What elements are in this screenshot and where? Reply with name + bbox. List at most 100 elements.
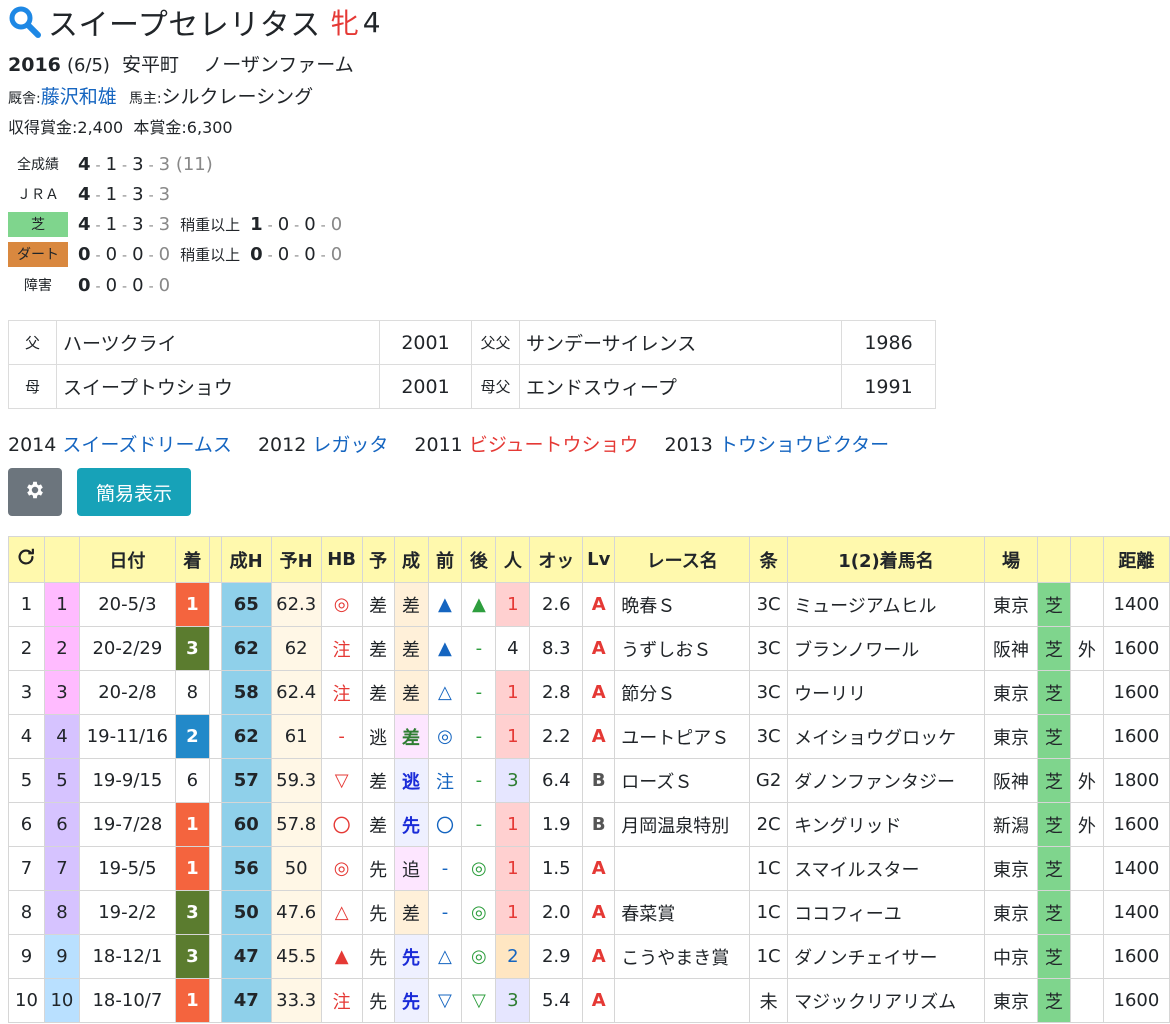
col-header-ato[interactable]: 後 (461, 536, 497, 583)
col-header-hb[interactable]: HB (320, 536, 363, 583)
winner-name: メイショウグロッケ (787, 714, 985, 759)
front-mark: ▲ (427, 626, 463, 671)
heavy-thirds: 0 (304, 213, 316, 235)
col-header-odds[interactable]: オッ (529, 536, 584, 583)
surface-badge: 芝 (1036, 714, 1071, 759)
sibling-link[interactable]: レガッタ (312, 434, 388, 456)
dam-sire-name: エンドスウィープ (519, 364, 842, 409)
heavy-seconds: 0 (277, 243, 290, 265)
course-side (1069, 978, 1104, 1023)
table-row[interactable]: 3 3 20-2/8 8 58 62.4 注差差 △ -1 2.8 A 節分Ｓ 3C ウーリリ 東京芝 160… (8, 670, 1170, 715)
course-side (1069, 934, 1104, 979)
trainer-link[interactable]: 藤沢和雄 (41, 86, 117, 108)
row-index: 6 (43, 802, 80, 847)
race-level: A (582, 978, 616, 1023)
settings-button[interactable] (8, 468, 62, 516)
venue: 東京 (984, 890, 1038, 935)
sire-sire-year: 1986 (841, 320, 936, 365)
actual-style: 差 (393, 626, 429, 671)
horse-sex: 牝 (330, 7, 359, 40)
sire-label: 父 (8, 320, 57, 365)
col-header-dist[interactable]: 距離 (1102, 536, 1170, 583)
odds-value: 5.4 (529, 978, 584, 1023)
col-header-race[interactable]: レース名 (614, 536, 751, 583)
col-header-lv[interactable]: Lv (582, 536, 616, 583)
col-header-date[interactable]: 日付 (78, 536, 176, 583)
col-header-sei[interactable]: 成 (393, 536, 429, 583)
predicted-style: 先 (361, 846, 395, 891)
table-row[interactable]: 2 2 20-2/29 3 62 62 注差差 ▲ -4 8.3 A うずしおＳ 3C ブランノワール 阪神… (8, 626, 1170, 671)
hb-mark: ▽ (320, 758, 363, 803)
odds-value: 1.9 (529, 802, 584, 847)
sibling-link[interactable]: トウショウビクター (719, 434, 889, 456)
front-mark: △ (427, 934, 463, 979)
col-header-inout[interactable] (1069, 536, 1104, 583)
race-date: 20-2/8 (78, 670, 176, 715)
col-header-yoh[interactable]: 予H (270, 536, 322, 583)
course-side: 外 (1069, 802, 1104, 847)
seconds: 1 (105, 213, 118, 235)
actual-style: 差 (393, 890, 429, 935)
popularity: 4 (495, 626, 531, 671)
col-header-winner[interactable]: 1(2)着馬名 (787, 536, 985, 583)
col-header-place[interactable]: 着 (174, 536, 210, 583)
col-header-pop[interactable]: 人 (495, 536, 531, 583)
table-row[interactable]: 8 8 19-2/2 3 50 47.6 △ 先差 - ◎ 1 2.0 A 春菜賞 1C ココフィーユ 東京芝 1… (8, 890, 1170, 935)
col-header-yo[interactable]: 予 (361, 536, 395, 583)
row-number: 1 (8, 582, 45, 627)
sibling-year: 2013 (664, 434, 713, 456)
race-level: A (582, 714, 616, 759)
table-row[interactable]: 6 6 19-7/28 1 60 57.8 〇差先〇 -1 1.9 B 月岡温泉特別 2C キングリッド… (8, 802, 1170, 847)
sire-sire-name: サンデーサイレンス (519, 320, 842, 365)
row-number: 10 (8, 978, 45, 1023)
hb-mark: - (320, 714, 363, 759)
predicted-score: 59.3 (270, 758, 322, 803)
heavy-label: 稍重以上 (180, 215, 241, 234)
race-level: A (582, 670, 616, 715)
col-header-venue[interactable]: 場 (984, 536, 1038, 583)
table-row[interactable]: 5 5 19-9/15 6 57 59.3 ▽ 差逃注 -3 6.4 B ローズＳ G2 ダノンファンタジ… (8, 758, 1170, 803)
col-header-surface[interactable] (1036, 536, 1071, 583)
col-header-cond[interactable]: 条 (749, 536, 789, 583)
sibling-link[interactable]: スイーズドリームス (62, 434, 231, 456)
earnings-info: 収得賞金:2,400 本賞金:6,300 (8, 114, 233, 138)
race-class: 3C (749, 670, 789, 715)
finish-place: 1 (174, 582, 210, 627)
sibling-year: 2012 (257, 434, 307, 456)
distance: 1600 (1102, 670, 1170, 715)
odds-value: 1.5 (529, 846, 584, 891)
table-row[interactable]: 10 10 18-10/7 1 47 33.3 注先先 ▽ ▽ 3 5.4 A 未マジックリアリズム 東京… (8, 978, 1170, 1023)
record-turf: 芝 4-1-3-3 稍重以上 1-0-0-0 (8, 210, 342, 238)
col-header-spacer (208, 536, 222, 583)
spacer-cell (208, 978, 222, 1023)
others: 0 (158, 243, 171, 265)
dam-year: 2001 (379, 364, 472, 409)
table-row[interactable]: 7 7 19-5/5 1 56 50 ◎ 先追 - ◎ 1 1.5 A 1C スマイルスター 東京芝 1400 (8, 846, 1170, 891)
wins: 4 (78, 153, 91, 175)
finish-place: 1 (174, 846, 210, 891)
spacer-cell (208, 890, 222, 935)
sibling-item: 2014 スイーズドリームス (8, 434, 232, 456)
refresh-icon[interactable] (15, 546, 37, 568)
row-number: 2 (8, 626, 45, 671)
col-header-mae[interactable]: 前 (427, 536, 463, 583)
front-mark: ▽ (427, 978, 463, 1023)
table-row[interactable]: 4 4 19-11/16 2 62 61- 逃差 ◎ -1 2.2 A ユートピアＳ 3C メイショウグロ… (8, 714, 1170, 759)
search-icon[interactable] (8, 5, 42, 39)
popularity: 1 (495, 714, 531, 759)
odds-value: 2.6 (529, 582, 584, 627)
col-header-seih[interactable]: 成H (220, 536, 272, 583)
sibling-link[interactable]: ビジュートウショウ (469, 434, 639, 456)
predicted-style: 差 (361, 582, 395, 627)
col-header-index[interactable] (43, 536, 80, 583)
result-score: 57 (220, 758, 272, 803)
table-row[interactable]: 9 9 18-12/1 3 47 45.5 ▲ 先先 △ ◎ 2 2.9 A こうやまき賞 1C ダノンチェイ… (8, 934, 1170, 979)
result-score: 56 (220, 846, 272, 891)
refresh-button[interactable] (8, 536, 45, 583)
table-row[interactable]: 1 1 20-5/3 1 65 62.3 ◎ 差差 ▲ ▲ 1 2.6 A 晩春Ｓ 3C ミュージアムヒル 東京… (8, 582, 1170, 627)
others: 0 (158, 274, 171, 296)
simple-view-button[interactable]: 簡易表示 (77, 468, 191, 516)
distance: 1600 (1102, 978, 1170, 1023)
race-name: ユートピアＳ (614, 714, 751, 759)
distance: 1600 (1102, 802, 1170, 847)
